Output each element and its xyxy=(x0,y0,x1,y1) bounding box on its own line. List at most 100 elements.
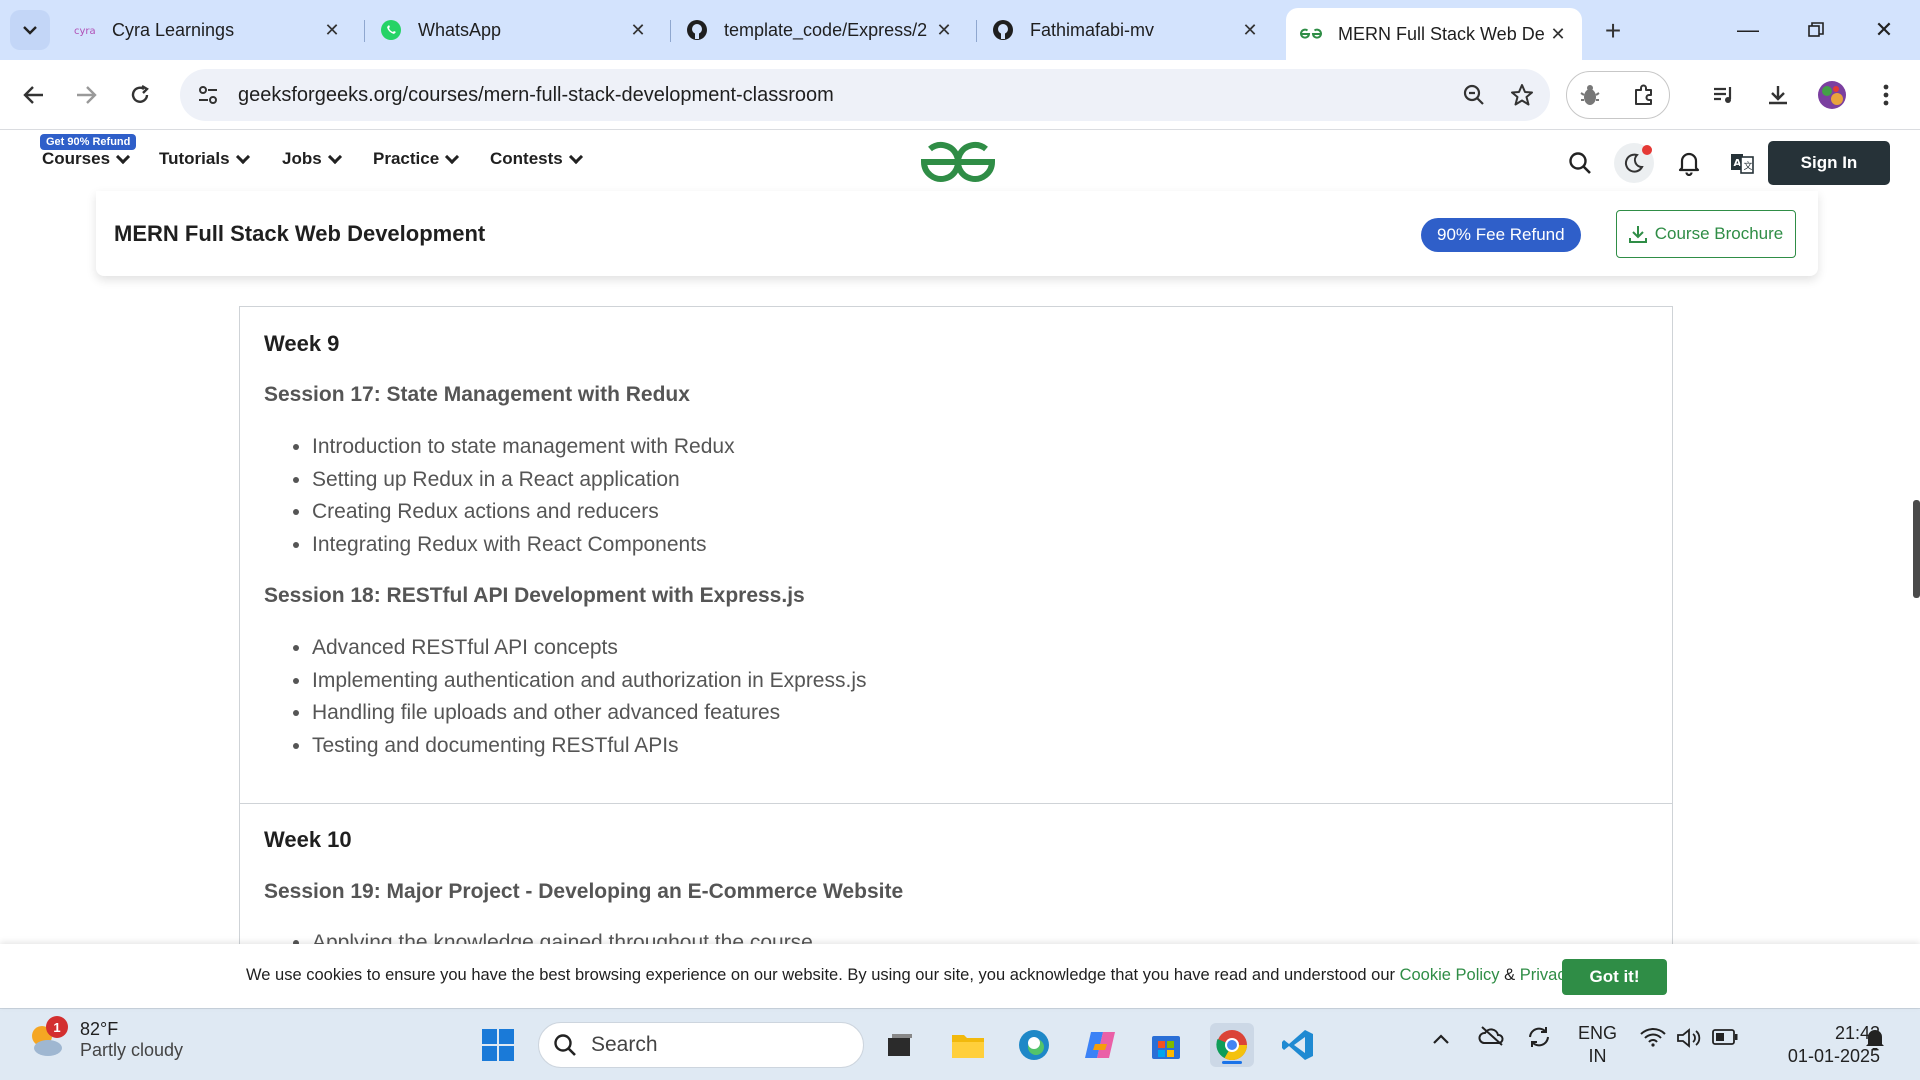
curriculum-panel: Week 9 Session 17: State Management with… xyxy=(239,306,1673,944)
weather-widget[interactable]: 1 82°F Partly cloudy xyxy=(26,1016,184,1061)
translate-icon[interactable]: A文 xyxy=(1722,143,1762,183)
nav-practice[interactable]: Practice xyxy=(373,149,460,169)
download-icon xyxy=(1628,226,1647,243)
tab-search-button[interactable] xyxy=(10,10,50,50)
volume-icon[interactable] xyxy=(1676,1027,1702,1054)
session-title: Session 17: State Management with Redux xyxy=(264,383,690,406)
weather-condition: Partly cloudy xyxy=(80,1040,184,1060)
lang-code: ENG xyxy=(1578,1023,1618,1043)
task-view-icon[interactable] xyxy=(878,1023,922,1067)
cookie-policy-link[interactable]: Cookie Policy xyxy=(1400,966,1500,984)
browser-tab-strip: cyra Cyra Learnings ✕ WhatsApp ✕ templat… xyxy=(0,0,1920,60)
moon-icon xyxy=(1624,153,1644,173)
taskbar-search[interactable]: Search xyxy=(538,1022,864,1068)
tray-overflow-chevron-icon[interactable] xyxy=(1432,1029,1450,1050)
file-explorer-icon[interactable] xyxy=(946,1023,990,1067)
chevron-down-icon xyxy=(568,149,583,164)
battery-icon[interactable] xyxy=(1712,1029,1738,1050)
address-bar[interactable]: geeksforgeeks.org/courses/mern-full-stac… xyxy=(180,69,1550,121)
chrome-icon[interactable] xyxy=(1210,1023,1254,1067)
tab-title: template_code/Express/2 xyxy=(724,19,928,40)
fee-refund-badge[interactable]: 90% Fee Refund xyxy=(1421,218,1581,252)
forward-arrow-icon[interactable] xyxy=(66,75,106,115)
tab-separator xyxy=(364,20,365,42)
tab-separator xyxy=(976,20,977,42)
download-icon[interactable] xyxy=(1758,75,1798,115)
session-title: Session 18: RESTful API Development with… xyxy=(264,584,805,607)
reload-icon[interactable] xyxy=(120,75,160,115)
tab-github-fathimafabi[interactable]: Fathimafabi-mv ✕ xyxy=(978,8,1274,52)
chevron-down-icon xyxy=(235,149,250,164)
cookie-amp: & xyxy=(1504,966,1516,984)
browser-menu-icon[interactable] xyxy=(1866,75,1906,115)
vscode-icon[interactable] xyxy=(1276,1023,1320,1067)
close-window-icon[interactable]: ✕ xyxy=(1864,10,1904,50)
cookie-banner: We use cookies to ensure you have the be… xyxy=(0,944,1920,1008)
nav-label: Courses xyxy=(42,149,111,168)
tab-separator xyxy=(670,20,671,42)
site-info-icon[interactable] xyxy=(188,75,228,115)
input-language[interactable]: ENG IN xyxy=(1578,1022,1617,1068)
restore-icon[interactable] xyxy=(1796,10,1836,50)
nav-contests[interactable]: Contests xyxy=(490,149,583,169)
media-controls-icon[interactable] xyxy=(1704,75,1744,115)
bell-icon[interactable] xyxy=(1669,143,1709,183)
github-icon xyxy=(686,19,708,41)
cyra-icon: cyra xyxy=(74,19,96,41)
nav-jobs[interactable]: Jobs xyxy=(282,149,342,169)
notification-bell-icon[interactable] xyxy=(1864,1027,1886,1056)
cookie-text: We use cookies to ensure you have the be… xyxy=(246,966,1622,985)
tab-cyra-learnings[interactable]: cyra Cyra Learnings ✕ xyxy=(60,8,356,52)
copilot-icon[interactable] xyxy=(1078,1023,1122,1067)
system-clock[interactable]: 21:42 01-01-2025 xyxy=(1760,1022,1880,1068)
search-icon[interactable] xyxy=(1560,143,1600,183)
sync-icon[interactable] xyxy=(1526,1025,1552,1054)
zoom-icon[interactable] xyxy=(1454,75,1494,115)
course-brochure-button[interactable]: Course Brochure xyxy=(1616,210,1796,258)
week-divider xyxy=(240,803,1672,804)
tab-github-template-code[interactable]: template_code/Express/2 ✕ xyxy=(672,8,968,52)
wifi-icon[interactable] xyxy=(1640,1027,1666,1052)
tab-mern-course[interactable]: MERN Full Stack Web De ✕ xyxy=(1286,8,1582,60)
close-icon[interactable]: ✕ xyxy=(1240,20,1260,41)
nav-label: Jobs xyxy=(282,149,322,168)
back-arrow-icon[interactable] xyxy=(14,75,54,115)
nav-courses[interactable]: Courses xyxy=(42,149,131,169)
gfg-logo[interactable] xyxy=(918,141,998,183)
bookmark-star-icon[interactable] xyxy=(1502,75,1542,115)
active-indicator xyxy=(1222,1061,1242,1064)
tab-whatsapp[interactable]: WhatsApp ✕ xyxy=(366,8,662,52)
onedrive-offline-icon[interactable] xyxy=(1478,1025,1506,1052)
topic-list: Introduction to state management with Re… xyxy=(312,431,735,561)
got-it-button[interactable]: Got it! xyxy=(1562,959,1667,995)
microsoft-store-icon[interactable] xyxy=(1144,1023,1188,1067)
close-icon[interactable]: ✕ xyxy=(1548,24,1568,45)
brochure-label: Course Brochure xyxy=(1654,224,1784,243)
new-tab-plus-icon[interactable]: + xyxy=(1596,14,1630,48)
topic-item: Introduction to state management with Re… xyxy=(312,431,735,464)
topic-list: Advanced RESTful API concepts Implementi… xyxy=(312,632,867,762)
page-scrollbar-thumb[interactable] xyxy=(1913,500,1920,598)
sign-in-button[interactable]: Sign In xyxy=(1768,141,1890,185)
topic-item: Applying the knowledge gained throughout… xyxy=(312,927,813,944)
topic-item: Advanced RESTful API concepts xyxy=(312,632,867,665)
close-icon[interactable]: ✕ xyxy=(322,20,342,41)
windows-start-icon[interactable] xyxy=(476,1023,520,1067)
dark-mode-toggle[interactable] xyxy=(1614,143,1654,183)
close-icon[interactable]: ✕ xyxy=(934,20,954,41)
clock-date: 01-01-2025 xyxy=(1787,1046,1880,1066)
nav-tutorials[interactable]: Tutorials xyxy=(159,149,250,169)
close-icon[interactable]: ✕ xyxy=(628,20,648,41)
bug-extension-icon[interactable] xyxy=(1570,75,1610,115)
extensions-puzzle-icon[interactable] xyxy=(1624,75,1664,115)
edge-browser-icon[interactable] xyxy=(1012,1023,1056,1067)
week-title: Week 10 xyxy=(264,827,352,852)
browser-toolbar: geeksforgeeks.org/courses/mern-full-stac… xyxy=(0,60,1920,130)
chevron-down-icon xyxy=(23,26,37,35)
tab-title: Fathimafabi-mv xyxy=(1030,19,1155,40)
profile-avatar[interactable] xyxy=(1812,75,1852,115)
notification-dot xyxy=(1642,145,1652,155)
minimize-icon[interactable]: — xyxy=(1728,10,1768,50)
github-icon xyxy=(992,19,1014,41)
topic-item: Implementing authentication and authoriz… xyxy=(312,665,867,698)
